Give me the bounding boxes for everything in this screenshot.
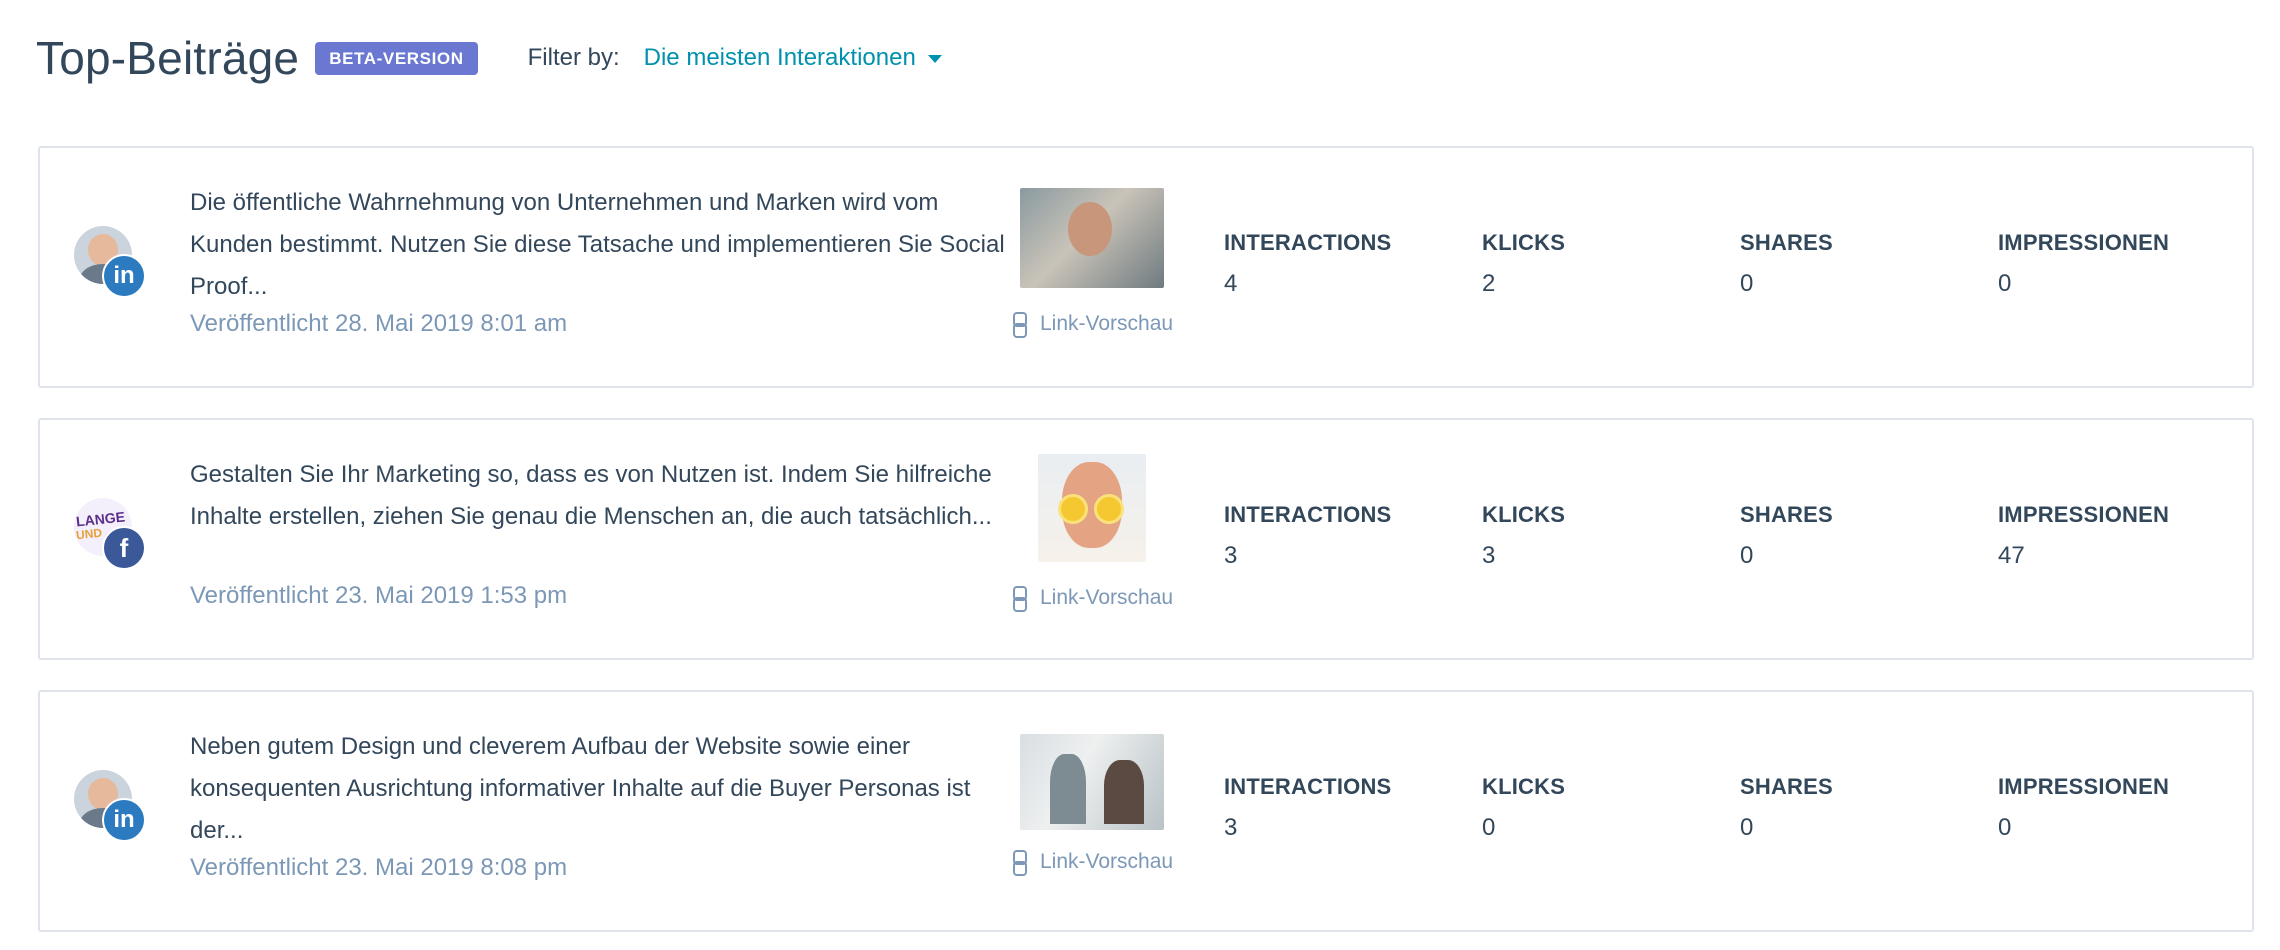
metric-label: SHARES	[1740, 774, 1833, 799]
metric-value: 0	[1482, 814, 1496, 841]
post-author-avatar: LANGE UND f	[74, 498, 150, 574]
post-thumbnail[interactable]	[1038, 454, 1146, 562]
post-text[interactable]: Die öffentliche Wahrnehmung von Unterneh…	[190, 182, 1010, 308]
chevron-down-icon	[927, 55, 942, 63]
metric-label: INTERACTIONS	[1224, 502, 1392, 527]
metric-shares: SHARES 0	[1740, 774, 1833, 842]
link-preview-label: Link-Vorschau	[1040, 850, 1174, 873]
link-preview-label: Link-Vorschau	[1040, 312, 1174, 335]
link-icon	[1012, 312, 1027, 338]
metric-value: 3	[1224, 814, 1238, 841]
metric-label: KLICKS	[1482, 774, 1566, 799]
post-card[interactable]: in Die öffentliche Wahrnehmung von Unter…	[38, 146, 2254, 388]
post-card[interactable]: in Neben gutem Design und cleverem Aufba…	[38, 690, 2254, 932]
metric-value: 0	[1998, 270, 2012, 297]
post-date: Veröffentlicht 23. Mai 2019 8:08 pm	[190, 854, 568, 881]
linkedin-icon: in	[102, 798, 146, 842]
post-text[interactable]: Neben gutem Design und cleverem Aufbau d…	[190, 726, 1010, 852]
beta-badge: BETA-VERSION	[315, 41, 478, 75]
metric-value: 0	[1740, 542, 1754, 569]
post-date: Veröffentlicht 28. Mai 2019 8:01 am	[190, 310, 568, 337]
metric-value: 2	[1482, 270, 1496, 297]
link-preview-button[interactable]: Link-Vorschau	[1012, 586, 1174, 612]
metric-label: INTERACTIONS	[1224, 774, 1392, 799]
metric-label: SHARES	[1740, 502, 1833, 527]
metric-value: 4	[1224, 270, 1238, 297]
post-thumbnail[interactable]	[1020, 734, 1164, 830]
metric-clicks: KLICKS 0	[1482, 774, 1565, 842]
link-preview-button[interactable]: Link-Vorschau	[1012, 312, 1174, 338]
post-card[interactable]: LANGE UND f Gestalten Sie Ihr Marketing s…	[38, 418, 2254, 660]
metric-value: 0	[1740, 270, 1754, 297]
post-text[interactable]: Gestalten Sie Ihr Marketing so, dass es …	[190, 454, 1010, 538]
link-icon	[1012, 850, 1027, 876]
metric-interactions: INTERACTIONS 3	[1224, 774, 1391, 842]
filter-dropdown[interactable]: Die meisten Interaktionen	[644, 44, 942, 72]
metric-impressions: IMPRESSIONEN 47	[1998, 502, 2169, 570]
top-posts-page: Top-Beiträge BETA-VERSION Filter by: Die…	[0, 0, 2280, 950]
metric-label: INTERACTIONS	[1224, 230, 1392, 255]
metric-label: IMPRESSIONEN	[1998, 230, 2170, 255]
metric-value: 0	[1740, 814, 1754, 841]
metric-shares: SHARES 0	[1740, 502, 1833, 570]
metric-impressions: IMPRESSIONEN 0	[1998, 230, 2169, 298]
metric-impressions: IMPRESSIONEN 0	[1998, 774, 2169, 842]
page-title: Top-Beiträge	[36, 32, 300, 84]
metric-value: 3	[1224, 542, 1238, 569]
metric-label: IMPRESSIONEN	[1998, 502, 2170, 527]
metric-interactions: INTERACTIONS 3	[1224, 502, 1391, 570]
metric-clicks: KLICKS 3	[1482, 502, 1565, 570]
post-author-avatar: in	[74, 770, 150, 846]
metric-clicks: KLICKS 2	[1482, 230, 1565, 298]
metric-value: 0	[1998, 814, 2012, 841]
metric-value: 3	[1482, 542, 1496, 569]
post-thumbnail[interactable]	[1020, 188, 1164, 288]
linkedin-icon: in	[102, 254, 146, 298]
facebook-icon: f	[102, 526, 146, 570]
metric-label: KLICKS	[1482, 502, 1566, 527]
post-author-avatar: in	[74, 226, 150, 302]
metric-label: SHARES	[1740, 230, 1833, 255]
link-preview-button[interactable]: Link-Vorschau	[1012, 850, 1174, 876]
post-date: Veröffentlicht 23. Mai 2019 1:53 pm	[190, 582, 568, 609]
filter-dropdown-value: Die meisten Interaktionen	[643, 44, 916, 71]
header: Top-Beiträge BETA-VERSION Filter by: Die…	[36, 30, 942, 86]
metric-label: KLICKS	[1482, 230, 1566, 255]
metric-shares: SHARES 0	[1740, 230, 1833, 298]
filter-label: Filter by:	[527, 44, 620, 71]
link-preview-label: Link-Vorschau	[1040, 586, 1174, 609]
metric-interactions: INTERACTIONS 4	[1224, 230, 1391, 298]
link-icon	[1012, 586, 1027, 612]
metric-value: 47	[1998, 542, 2025, 569]
metric-label: IMPRESSIONEN	[1998, 774, 2170, 799]
